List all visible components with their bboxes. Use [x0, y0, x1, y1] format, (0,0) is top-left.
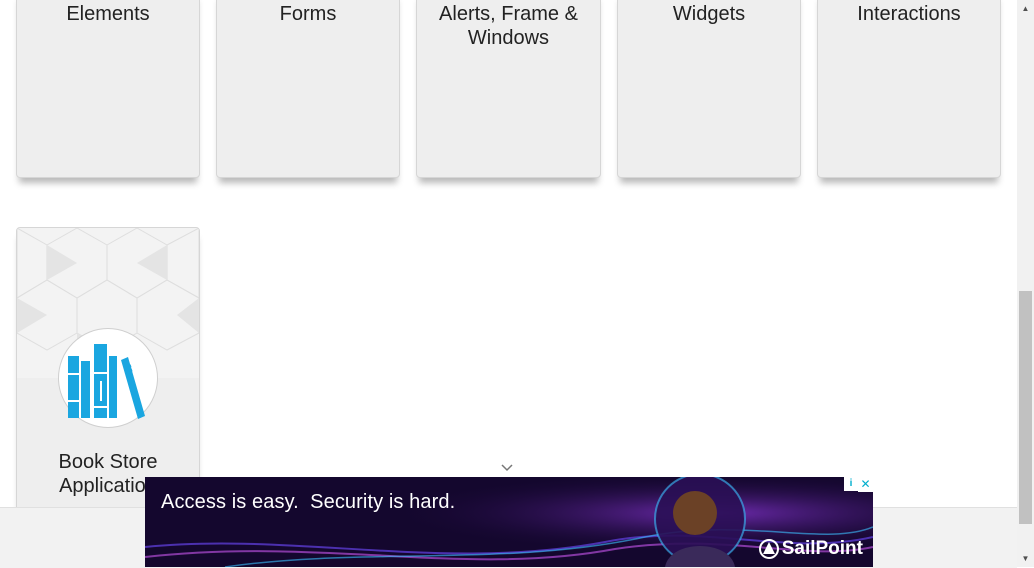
card-title: Interactions: [857, 3, 961, 25]
scrollbar-thumb[interactable]: [1019, 291, 1032, 524]
card-title: Forms: [279, 3, 337, 25]
books-icon: [68, 344, 145, 419]
ad-headline: Access is easy. Security is hard.: [161, 491, 456, 513]
category-card-interactions[interactable]: Interactions: [817, 0, 1001, 178]
card-title: Alerts, Frame & Windows: [439, 3, 578, 49]
advertisement-banner[interactable]: Access is easy. Security is hard. SailPo…: [145, 477, 873, 567]
book-icon-circle: [58, 328, 158, 428]
category-card-alerts[interactable]: Alerts, Frame & Windows: [416, 0, 601, 178]
chevron-down-icon[interactable]: [500, 462, 514, 472]
category-card-forms[interactable]: Forms: [216, 0, 400, 178]
category-card-widgets[interactable]: Widgets: [617, 0, 801, 178]
scroll-up-arrow-icon[interactable]: ▲: [1017, 0, 1034, 17]
scroll-down-arrow-icon[interactable]: ▼: [1017, 550, 1034, 567]
vertical-scrollbar[interactable]: ▲ ▼: [1017, 0, 1034, 567]
sailpoint-logo-icon: [758, 539, 779, 559]
card-title: Elements: [66, 3, 150, 25]
ad-brand-logo: SailPoint: [758, 538, 863, 560]
category-card-elements[interactable]: Elements: [16, 0, 200, 178]
info-icon[interactable]: i: [844, 477, 858, 491]
card-title: Widgets: [672, 3, 746, 25]
ad-brand-name: SailPoint: [781, 538, 863, 559]
close-icon[interactable]: ✕: [858, 477, 873, 492]
